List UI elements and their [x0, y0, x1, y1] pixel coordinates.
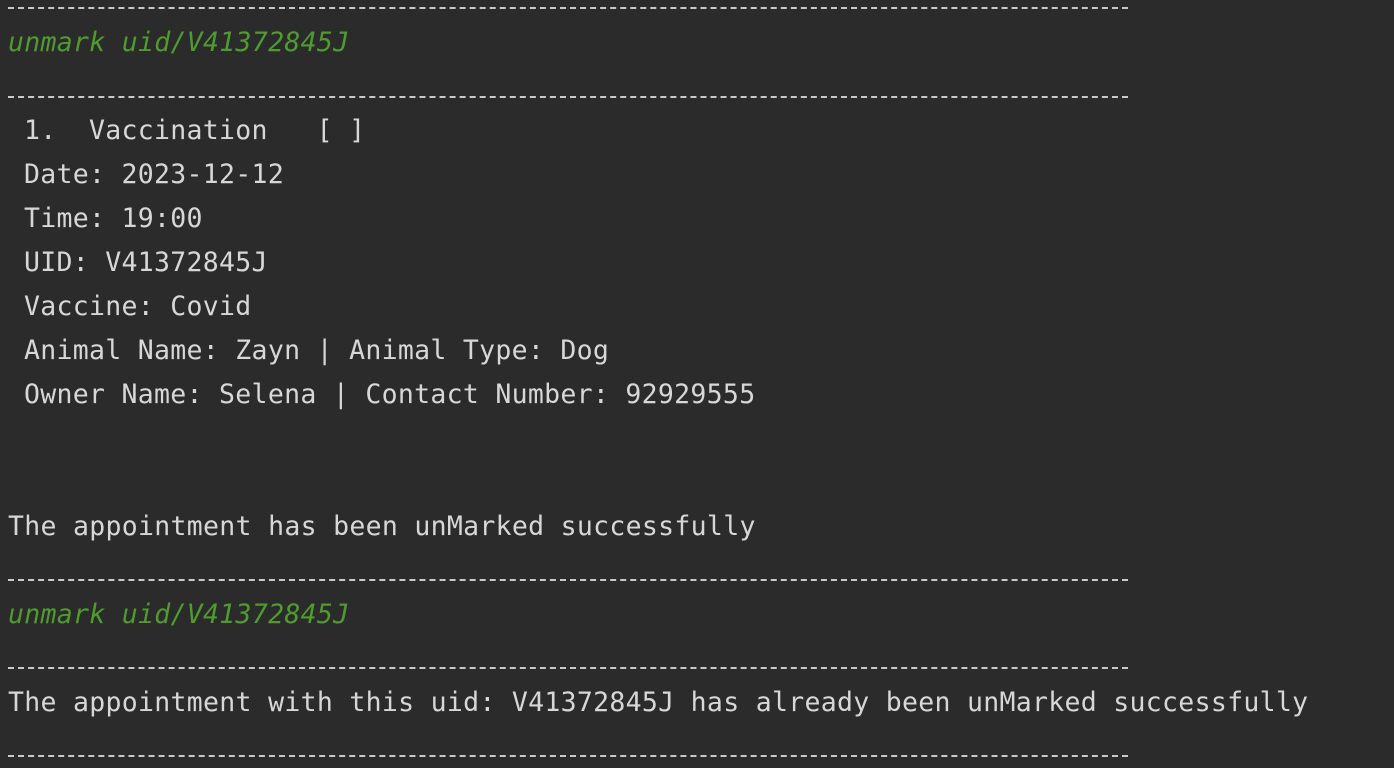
- divider: [8, 667, 1128, 669]
- command-line: unmark uid/V41372845J: [8, 27, 350, 58]
- divider: [8, 579, 1128, 581]
- appointment-vaccine: Vaccine: Covid: [24, 291, 252, 322]
- appointment-title: 1. Vaccination [ ]: [24, 115, 366, 146]
- command-line: unmark uid/V41372845J: [8, 599, 350, 630]
- appointment-time: Time: 19:00: [24, 203, 203, 234]
- appointment-owner: Owner Name: Selena | Contact Number: 929…: [24, 379, 756, 410]
- appointment-uid: UID: V41372845J: [24, 247, 268, 278]
- appointment-animal: Animal Name: Zayn | Animal Type: Dog: [24, 335, 610, 366]
- status-message: The appointment has been unMarked succes…: [8, 511, 756, 542]
- console-output: unmark uid/V41372845J 1. Vaccination [ ]…: [0, 0, 1394, 768]
- divider: [8, 96, 1128, 98]
- status-message: The appointment with this uid: V41372845…: [8, 687, 1309, 718]
- appointment-date: Date: 2023-12-12: [24, 159, 285, 190]
- divider: [8, 755, 1128, 757]
- divider: [8, 7, 1128, 9]
